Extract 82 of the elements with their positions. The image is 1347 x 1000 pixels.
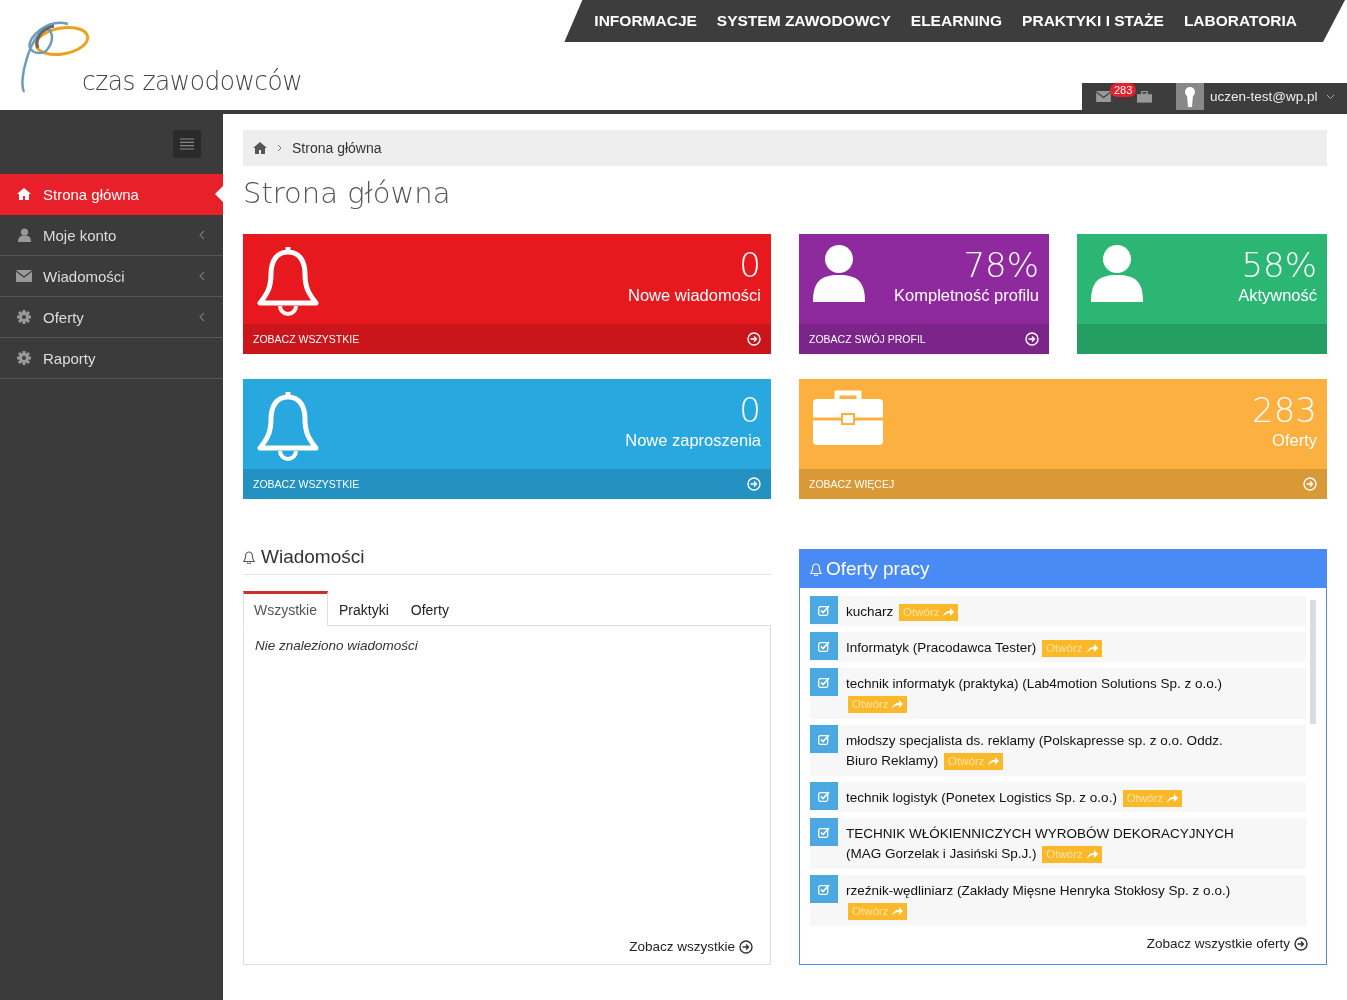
arrow-circle-icon <box>747 332 761 346</box>
sidebar-item-label: Moje konto <box>43 226 118 244</box>
offer-title-line: (MAG Gorzelak i Jasiński Sp.J.) <box>846 846 1037 861</box>
share-icon <box>943 607 955 617</box>
user-icon <box>17 228 31 242</box>
nav-link[interactable]: SYSTEM ZAWODOWCY <box>716 12 891 30</box>
share-icon <box>892 906 904 916</box>
offer-title-line: Informatyk (Pracodawca Tester) <box>846 640 1037 655</box>
offer-title-line: młodszy specjalista ds. reklamy (Polskapresse sp. z o.o. Oddz. <box>846 732 1223 750</box>
panel-title: Wiadomości <box>261 546 365 568</box>
sidebar-item[interactable]: Moje konto <box>0 215 223 256</box>
stat-value: 58% <box>1241 244 1317 286</box>
stat-label: Nowe zaproszenia <box>625 431 761 450</box>
stat-label: Aktywność <box>1238 286 1317 305</box>
arrow-circle-icon <box>1294 936 1308 951</box>
nav-link[interactable]: INFORMACJE <box>594 12 697 30</box>
stat-label: Oferty <box>1272 431 1317 450</box>
avatar-icon[interactable] <box>1176 83 1204 110</box>
arrow-circle-icon <box>739 939 753 954</box>
user-icon <box>813 244 865 302</box>
menu-toggle-button[interactable] <box>173 130 201 158</box>
see-all-link[interactable]: Zobacz wszystkie <box>629 939 753 954</box>
nav-link[interactable]: PRAKTYKI I STAŻE <box>1022 12 1164 30</box>
share-icon <box>1086 643 1098 653</box>
stat-label: Kompletność profilu <box>894 286 1039 305</box>
arrow-circle-icon <box>1025 332 1039 346</box>
stat-label: Nowe wiadomości <box>628 286 761 305</box>
chevron-down-icon[interactable] <box>1325 93 1335 100</box>
share-icon <box>892 699 904 709</box>
notification-badge: 283 <box>1110 82 1137 97</box>
share-icon <box>1086 849 1098 859</box>
sidebar-item-label: Raporty <box>43 349 97 367</box>
briefcase-icon <box>813 389 883 445</box>
home-icon[interactable] <box>253 142 267 154</box>
nav-link[interactable]: LABORATORIA <box>1183 12 1297 30</box>
offer-title-line: TECHNIK WŁÓKIENNICZYCH WYROBÓW DEKORACYJNYCH <box>846 825 1234 843</box>
briefcase-icon[interactable] <box>1137 90 1152 103</box>
offer-title-line: technik logistyk (Ponetex Logistics Sp. z o.o.) <box>846 790 1117 805</box>
sidebar-item-label: Oferty <box>43 308 85 326</box>
sidebar-item-label: Strona główna <box>43 185 140 203</box>
card-link[interactable]: ZOBACZ SWÓJ PROFIL <box>809 333 926 345</box>
gear-icon <box>17 310 31 324</box>
stat-value: 78% <box>963 244 1039 286</box>
see-all-offers-link[interactable]: Zobacz wszystkie oferty <box>1146 936 1308 951</box>
sidebar-item[interactable]: Wiadomości <box>0 256 223 297</box>
home-icon <box>17 188 31 200</box>
offer-title-line: rzeźnik-wędliniarz (Zakłady Mięsne Henryka Stokłosy Sp. z o.o.) <box>846 883 1231 898</box>
tab[interactable]: Oferty <box>399 591 460 626</box>
stat-value: 0 <box>739 389 761 431</box>
menu-icon <box>180 138 194 150</box>
gear-icon <box>17 351 31 365</box>
bell-icon <box>810 562 822 576</box>
envelope-icon[interactable] <box>1096 91 1111 102</box>
card-link[interactable]: ZOBACZ WSZYSTKIE <box>253 478 360 490</box>
breadcrumb-current: Strona główna <box>292 140 382 156</box>
stat-value: 0 <box>739 244 761 286</box>
sidebar-item[interactable]: Raporty <box>0 338 223 379</box>
bell-icon <box>243 550 255 564</box>
arrow-circle-icon <box>1303 477 1317 491</box>
offer-title-line: Biuro Reklamy) <box>846 753 939 768</box>
nav-link[interactable]: ELEARNING <box>910 12 1003 30</box>
card-link[interactable]: ZOBACZ WSZYSTKIE <box>253 333 360 345</box>
arrow-circle-icon <box>747 477 761 491</box>
offer-title-line: technik informatyk (praktyka) (Lab4motion Solutions Sp. z o.o.) <box>846 676 1222 691</box>
panel-title: Oferty pracy <box>826 558 930 580</box>
sidebar-item[interactable]: Strona główna <box>0 174 223 215</box>
page-title: Strona główna <box>243 176 452 210</box>
user-email[interactable]: uczen-test@wp.pl <box>1210 89 1318 104</box>
tab[interactable]: Praktyki <box>328 591 400 626</box>
tab[interactable]: Wszystkie <box>243 591 328 626</box>
share-icon <box>988 756 1000 766</box>
offer-title-line: kucharz <box>846 604 894 619</box>
user-icon <box>1091 244 1143 302</box>
chevron-right-icon <box>277 144 282 152</box>
stat-value: 283 <box>1252 389 1317 431</box>
empty-message: Nie znaleziono wiadomości <box>255 638 419 653</box>
sidebar-item[interactable]: Oferty <box>0 297 223 338</box>
envelope-icon <box>16 270 32 282</box>
logo-text: czas zawodowców <box>82 65 303 96</box>
sidebar-item-label: Wiadomości <box>43 267 126 285</box>
share-icon <box>1167 793 1179 803</box>
scrollbar[interactable] <box>1310 600 1316 724</box>
